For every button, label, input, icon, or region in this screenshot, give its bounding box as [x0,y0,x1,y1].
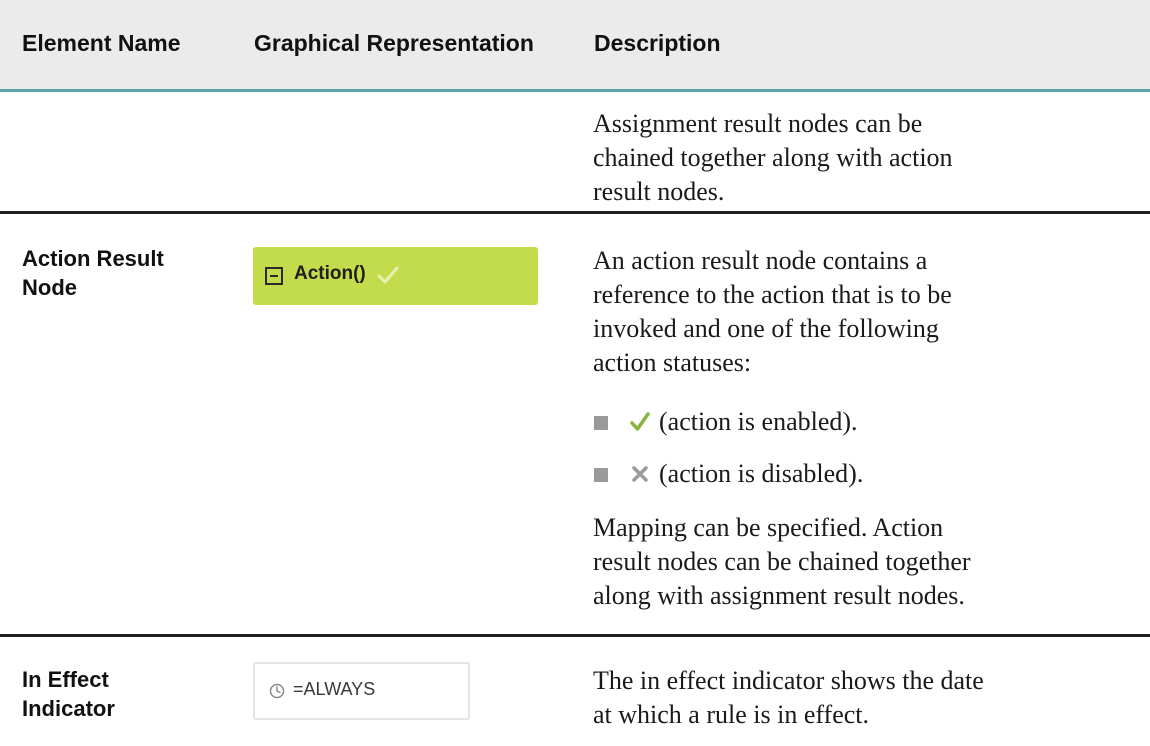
header-element-name: Element Name [22,30,181,56]
element-name-in-effect-indicator: In Effect Indicator [22,667,115,721]
bullet-square [594,416,608,430]
bullet-square [594,468,608,482]
in-effect-label: =ALWAYS [293,679,376,699]
action-result-node-graphic: Action() [253,247,538,305]
description-text: Assignment result nodes can be chained to… [593,109,953,206]
green-check-icon [630,412,650,431]
gray-x-icon [632,466,648,482]
header-graphical-representation: Graphical Representation [254,30,534,56]
table-header: Element Name Graphical Representation De… [0,0,1150,92]
bullet-text: (action is disabled). [659,459,864,488]
row-divider [0,634,1150,637]
in-effect-indicator-graphic: =ALWAYS [253,662,470,720]
check-icon [377,266,399,284]
clock-icon [269,683,285,699]
row-description: The in effect indicator shows the date a… [593,666,984,729]
row-divider [0,211,1150,214]
row-description: An action result node contains a referen… [593,246,952,377]
element-name-action-result-node: Action Result Node [22,246,164,300]
row-description-outro: Mapping can be specified. Action result … [593,513,971,610]
bullet-text: (action is enabled). [659,407,858,436]
action-node-label: Action() [294,263,366,284]
collapse-icon [265,267,283,285]
row-description: Assignment result nodes can be chained to… [593,107,1143,209]
header-description: Description [594,30,721,56]
